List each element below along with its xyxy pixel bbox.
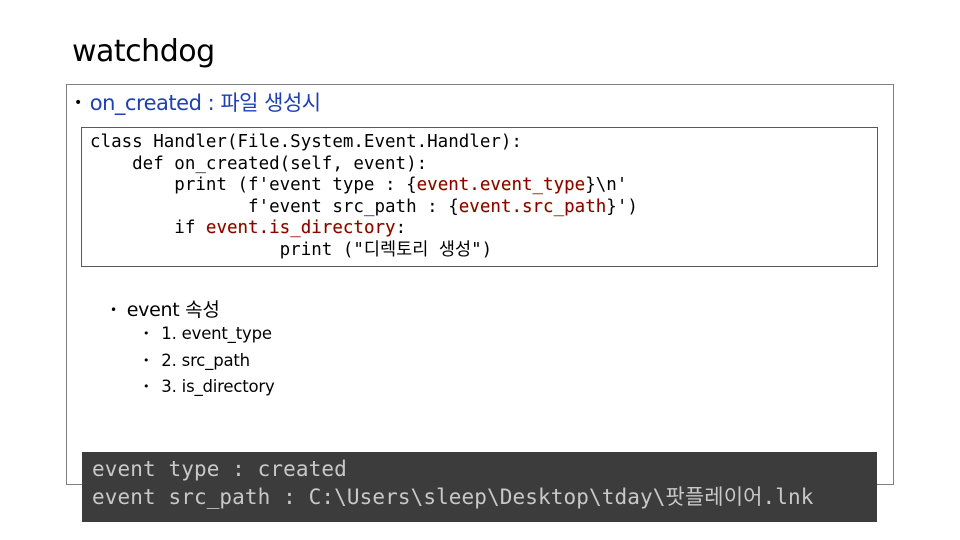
console-output: event type : created event src_path : C:…	[82, 452, 877, 522]
bullet-dot-icon: •	[143, 380, 150, 393]
console-line: event src_path : C:\Users\sleep\Desktop\…	[92, 485, 814, 509]
code-line: def on_created(self, event):	[90, 153, 428, 174]
code-line: print ("디렉토리 생성")	[90, 239, 493, 260]
bullet-dot-icon: •	[74, 95, 82, 111]
code-line: print (f'event type : {event.event_type}…	[90, 175, 628, 196]
bullet-dot-icon: •	[110, 303, 117, 317]
main-bullet-text: on_created : 파일 생성시	[89, 91, 321, 115]
bullet-dot-icon: •	[143, 327, 150, 340]
slide-title: watchdog	[72, 34, 215, 69]
code-line: if event.is_directory:	[90, 218, 407, 239]
sub-bullet-text: event 속성	[126, 299, 220, 321]
code-line: f'event src_path : {event.src_path}')	[90, 196, 638, 217]
console-line: event type : created	[92, 457, 347, 481]
bullet-dot-icon: •	[143, 353, 150, 367]
code-line: class Handler(File.System.Event.Handler)…	[90, 132, 522, 152]
main-bullet: • on_created : 파일 생성시	[74, 87, 321, 117]
code-block: class Handler(File.System.Event.Handler)…	[90, 132, 638, 262]
list-item: • 1. event_type	[143, 324, 272, 343]
sub-bullet: • event 속성	[110, 295, 220, 322]
list-item: • 2. src_path	[143, 350, 250, 370]
list-item: • 3. is_directory	[143, 377, 275, 396]
attribute-list: • 1. event_type • 2. src_path • 3. is_direc…	[143, 322, 275, 402]
